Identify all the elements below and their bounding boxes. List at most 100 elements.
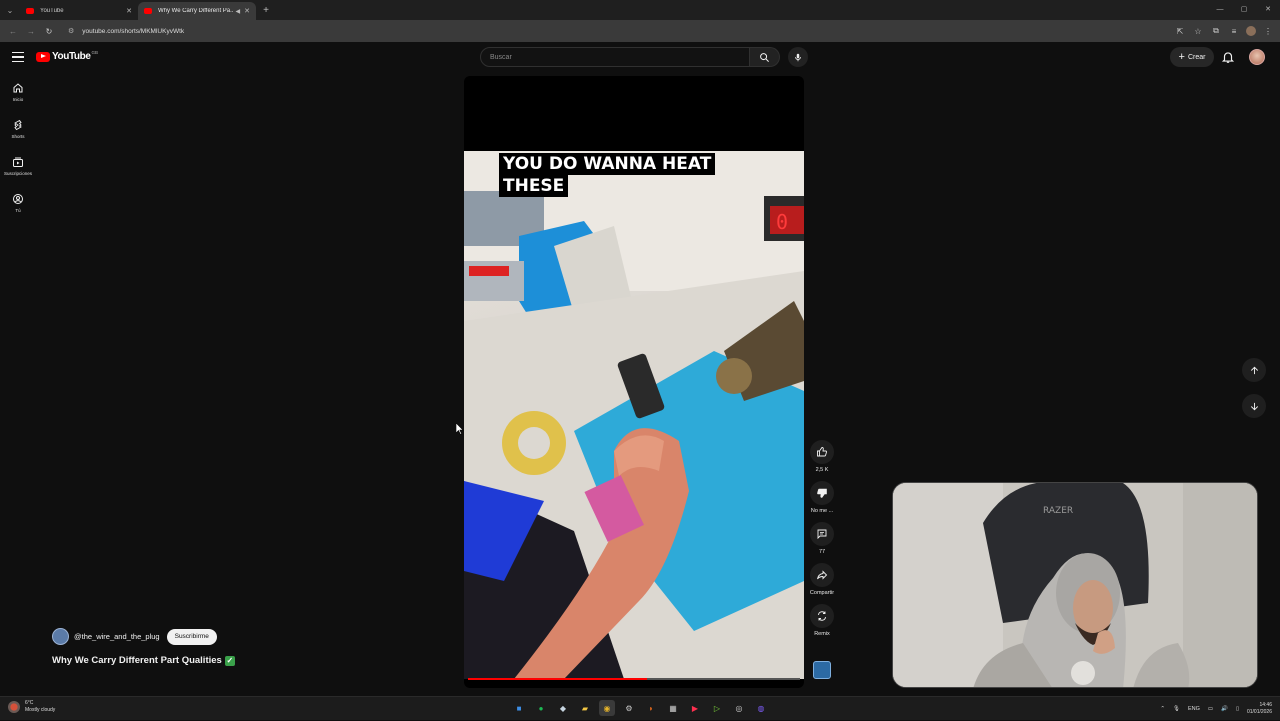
network-icon[interactable]: ▭ [1208,706,1213,712]
weather-desc: Mostly cloudy [25,707,56,713]
sidebar-item-label: Shorts [11,134,25,139]
dislike-circle[interactable] [810,481,834,505]
previous-short-button[interactable] [1242,358,1266,382]
browser-profile-icon[interactable] [1246,26,1256,36]
browser-tab-short[interactable]: Why We Carry Different Pa... ◀ ✕ [138,2,256,20]
youtube-app-icon[interactable]: ▶ [687,700,703,716]
clock[interactable]: 14:46 01/01/2026 [1247,702,1272,716]
language-indicator[interactable]: ENG [1188,706,1200,712]
maximize-icon[interactable]: ▢ [1232,0,1256,20]
shorts-action-rail: 2,5 K No me ... 77 Compartir Remix [806,440,838,645]
shorts-icon [14,119,22,131]
browser-tab-youtube[interactable]: YouTube ✕ [20,2,138,20]
tray-mic-icon[interactable]: 🎙 [1173,706,1180,712]
search-input[interactable]: Buscar [480,47,750,67]
window-controls: — ▢ ✕ [1208,0,1280,20]
like-circle[interactable] [810,440,834,464]
create-label: Crear [1187,53,1206,61]
sidebar-item-subscriptions[interactable]: Suscripciones [0,152,36,189]
browser-app-icon[interactable]: ◗ [643,700,659,716]
comments-count: 77 [818,549,826,555]
sidebar-item-you[interactable]: Tú [0,189,36,226]
comments-button[interactable]: 77 [806,522,838,557]
sound-thumbnail[interactable] [813,661,831,679]
sidebar-item-label: Suscripciones [3,171,32,176]
svg-text:0: 0 [776,210,788,234]
like-button[interactable]: 2,5 K [806,440,838,475]
forward-arrow-icon[interactable]: → [22,27,40,36]
weather-temp: 6°C [25,700,34,706]
close-tab-icon[interactable]: ✕ [244,7,250,15]
tray-chevron-icon[interactable]: ⌃ [1160,706,1165,712]
file-explorer-icon[interactable]: ▰ [577,700,593,716]
comments-circle[interactable] [810,522,834,546]
spotify-icon[interactable]: ● [533,700,549,716]
subscribe-button[interactable]: Suscribirme [166,628,217,645]
youtube-logo[interactable]: YouTube GB [36,50,98,62]
settings-app-icon[interactable]: ⚙ [621,700,637,716]
minimize-icon[interactable]: — [1208,0,1232,20]
microphone-icon [795,53,801,61]
browser-toolbar: ← → ↻ ⚙ youtube.com/shorts/MKMlUKyvWtk ⇱… [0,20,1280,42]
clock-date: 01/01/2026 [1246,709,1272,715]
tab-title: Why We Carry Different Pa... [158,8,234,14]
youtube-favicon-icon [26,8,34,14]
reload-icon[interactable]: ↻ [40,27,58,36]
close-window-icon[interactable]: ✕ [1256,0,1280,20]
tab-search-icon[interactable]: ≡ [1228,27,1240,36]
media-app-icon[interactable]: ▷ [709,700,725,716]
tab-list-chevron-icon[interactable]: ⌄ [0,0,20,20]
sidebar-item-shorts[interactable]: Shorts [0,115,36,152]
shorts-video-player[interactable]: 0 YOU DO WANNA HEAT THESE [464,76,804,688]
sidebar-item-home[interactable]: Inicio [0,78,36,115]
channel-avatar[interactable] [52,628,69,645]
address-bar[interactable]: ⚙ youtube.com/shorts/MKMlUKyvWtk [62,23,1162,39]
search-icon [760,52,769,62]
short-title[interactable]: Why We Carry Different Part Qualities ✓ [52,655,235,666]
short-title-text: Why We Carry Different Part Qualities [52,655,222,666]
create-button[interactable]: + Crear [1170,47,1214,67]
volume-icon[interactable]: 🔊 [1221,706,1228,712]
like-count: 2,5 K [815,467,829,473]
account-avatar[interactable] [1249,49,1265,65]
open-in-app-icon[interactable]: ⇱ [1174,27,1186,36]
mini-sidebar: Inicio Shorts Suscripciones Tú [0,78,36,226]
video-scene-illustration: 0 [464,151,804,679]
system-tray: ⌃ 🎙 ENG ▭ 🔊 ▯ 14:46 01/01/2026 [1160,697,1272,721]
thumbs-down-icon [817,488,827,498]
video-caption: YOU DO WANNA HEAT THESE [499,153,716,197]
os-taskbar: 6°C Mostly cloudy ■ ● ◆ ▰ ◉ ⚙ ◗ ▦ ▶ ▷ ◎ … [0,696,1280,720]
video-progress-fill [468,678,648,680]
hamburger-menu-icon[interactable] [12,51,24,63]
obs-app-icon[interactable]: ◎ [731,700,747,716]
start-windows-icon[interactable]: ■ [511,700,527,716]
browser-menu-icon[interactable]: ⋮ [1262,27,1274,36]
channel-name[interactable]: @the_wire_and_the_plug [74,632,160,641]
dislike-button[interactable]: No me ... [806,481,838,516]
weather-widget[interactable]: 6°C Mostly cloudy [8,700,55,714]
webcam-streamer-illustration: RAZER [893,483,1257,687]
next-short-button[interactable] [1242,394,1266,418]
new-tab-button[interactable]: + [258,2,274,18]
site-info-icon[interactable]: ⚙ [68,27,74,35]
steam-icon[interactable]: ◆ [555,700,571,716]
share-button[interactable]: Compartir [806,563,838,598]
chrome-icon[interactable]: ◉ [599,700,615,716]
audio-playing-icon[interactable]: ◀ [236,8,241,15]
back-arrow-icon[interactable]: ← [4,27,22,36]
remix-circle[interactable] [810,604,834,628]
calendar-app-icon[interactable]: ▦ [665,700,681,716]
close-tab-icon[interactable]: ✕ [126,7,132,15]
extensions-icon[interactable]: ⧉ [1210,26,1222,36]
arrow-up-icon [1250,366,1258,374]
battery-icon[interactable]: ▯ [1236,706,1239,712]
discord-icon[interactable]: ◍ [753,700,769,716]
notifications-bell-icon[interactable] [1221,50,1235,64]
share-circle[interactable] [810,563,834,587]
video-progress-bar[interactable] [468,678,800,680]
voice-search-button[interactable] [788,47,808,67]
search-button[interactable] [750,47,780,67]
bookmark-star-icon[interactable]: ☆ [1192,27,1204,36]
remix-button[interactable]: Remix [806,604,838,639]
weather-icon [8,701,20,713]
